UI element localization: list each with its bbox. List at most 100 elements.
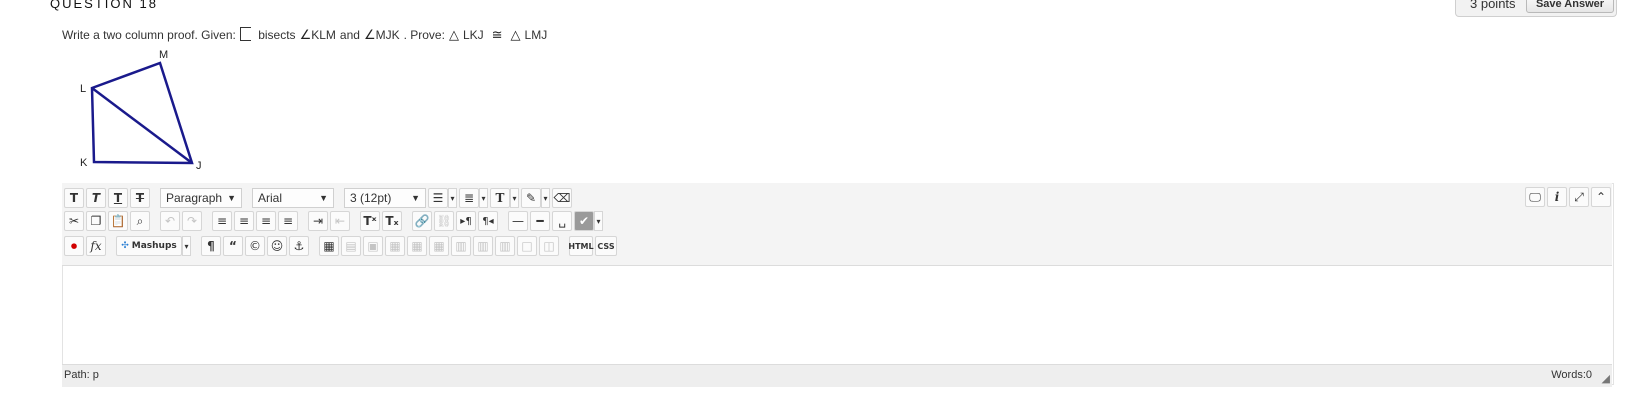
figure-diagonal-lj (91, 87, 193, 164)
table-delete-row-icon[interactable]: ▦ (429, 236, 449, 256)
copyright-icon[interactable]: © (245, 236, 265, 256)
angle-mjk: MJK (375, 27, 400, 42)
table-insert-col-before-icon[interactable]: ▥ (451, 236, 471, 256)
cut-icon[interactable]: ✂ (64, 211, 84, 231)
youtube-icon[interactable]: ⏺ (64, 236, 84, 256)
block-format-select[interactable]: Paragraph ▼ (160, 188, 242, 208)
table-delete-col-icon[interactable]: ▥ (495, 236, 515, 256)
prompt-bisects: bisects (258, 27, 296, 42)
formula-icon[interactable]: fx (86, 236, 106, 256)
text-color-dropdown[interactable]: ▾ (510, 188, 519, 208)
save-answer-button[interactable]: Save Answer (1526, 0, 1614, 13)
toolbar-row-3: ⏺ fx ✣ Mashups ▾ ¶ “ © ☺ ⚓ ▦ ▤ ▣ ▦ ▦ ▦ ▥ ▥… (64, 235, 617, 257)
text-color-icon[interactable]: T (490, 188, 510, 208)
vertex-label-k: K (80, 157, 88, 169)
spellcheck-dropdown[interactable]: ▾ (594, 211, 603, 231)
numbered-list-icon[interactable]: ≣ (459, 188, 479, 208)
toolbar-row-2: ✂ ❐ 📋 ⌕ ↶ ↷ ≡ ≡ ≡ ≡ ⇥ ⇤ Tˣ Tₓ 🔗 ⛓ ▸¶ ¶◂ … (64, 210, 603, 232)
html-source-button[interactable]: HTML (568, 236, 594, 256)
pilcrow-icon[interactable]: ¶ (201, 236, 221, 256)
vertex-label-j: J (196, 160, 202, 172)
segment-symbol (239, 27, 251, 41)
font-family-select[interactable]: Arial ▼ (252, 188, 334, 208)
table-icon[interactable]: ▦ (319, 236, 339, 256)
find-icon[interactable]: ⌕ (130, 211, 150, 231)
unlink-icon[interactable]: ⛓ (434, 211, 454, 231)
figure-quadrilateral (90, 61, 194, 165)
table-merge-cells-icon[interactable]: ◫ (539, 236, 559, 256)
prompt-lead: Write a two column proof. Given: (62, 27, 236, 42)
nbsp-icon[interactable]: ␣ (552, 211, 572, 231)
question-title: QUESTION 18 (50, 0, 158, 11)
mashups-dropdown[interactable]: ▾ (182, 236, 191, 256)
link-icon[interactable]: 🔗 (412, 211, 432, 231)
bold-icon[interactable]: T (64, 188, 84, 208)
triangle-symbol-2: △ (510, 26, 521, 42)
fullscreen-icon[interactable]: ⤢ (1569, 187, 1589, 207)
superscript-icon[interactable]: Tˣ (360, 211, 380, 231)
bullet-list-icon[interactable]: ☰ (428, 188, 448, 208)
font-size-select[interactable]: 3 (12pt) ▼ (344, 188, 426, 208)
congruent-symbol: ≅ (491, 26, 503, 42)
copy-icon[interactable]: ❐ (86, 211, 106, 231)
emoticon-icon[interactable]: ☺ (267, 236, 287, 256)
table-insert-row-before-icon[interactable]: ▦ (385, 236, 405, 256)
undo-icon[interactable]: ↶ (160, 211, 180, 231)
blockquote-icon[interactable]: “ (223, 236, 243, 256)
question-prompt: Write a two column proof. Given: LJ bise… (62, 26, 547, 43)
segment-lj: LJ (239, 26, 254, 43)
thick-hr-icon[interactable]: ━ (530, 211, 550, 231)
vertex-label-m: M (159, 50, 168, 61)
highlight-icon[interactable]: ✎ (521, 188, 541, 208)
editor-status-bar: Path: p Words:0 ◢ (62, 364, 1612, 387)
word-count: Words:0 (1551, 369, 1592, 381)
outdent-icon[interactable]: ⇤ (330, 211, 350, 231)
numbered-list-dropdown[interactable]: ▾ (479, 188, 488, 208)
table-row-props-icon[interactable]: ▤ (341, 236, 361, 256)
redo-icon[interactable]: ↷ (182, 211, 202, 231)
table-insert-col-after-icon[interactable]: ▥ (473, 236, 493, 256)
angle-symbol-2: ∠ (363, 26, 376, 42)
ltr-icon[interactable]: ▸¶ (456, 211, 476, 231)
triangle-lkj: LKJ (462, 27, 484, 42)
path-label: Path: p (64, 369, 99, 381)
align-center-icon[interactable]: ≡ (234, 211, 254, 231)
bullet-list-dropdown[interactable]: ▾ (448, 188, 457, 208)
hr-icon[interactable]: — (508, 211, 528, 231)
vertex-label-l: L (80, 83, 86, 95)
mashups-button[interactable]: ✣ Mashups (116, 236, 182, 256)
mashups-icon: ✣ (121, 241, 129, 251)
points-label: 3 points (1470, 0, 1516, 11)
align-justify-icon[interactable]: ≡ (278, 211, 298, 231)
toolbar-row-1: T T T T Paragraph ▼ Arial ▼ 3 (12pt) ▼ ☰ ▾ ≣… (64, 187, 572, 209)
align-right-icon[interactable]: ≡ (256, 211, 276, 231)
angle-symbol-1: ∠ (299, 26, 312, 42)
paste-icon[interactable]: 📋 (108, 211, 128, 231)
table-cell-props-icon[interactable]: ▣ (363, 236, 383, 256)
angle-klm: KLM (311, 27, 336, 42)
rtl-icon[interactable]: ¶◂ (478, 211, 498, 231)
collapse-toolbar-icon[interactable]: ⌃ (1591, 187, 1611, 207)
italic-icon[interactable]: T (86, 188, 106, 208)
editor-content-area[interactable] (62, 266, 1612, 344)
preview-icon[interactable]: 🖵 (1525, 187, 1545, 207)
anchor-icon[interactable]: ⚓ (289, 236, 309, 256)
editor-right-tools: 🖵 i ⤢ ⌃ (1525, 187, 1611, 207)
indent-icon[interactable]: ⇥ (308, 211, 328, 231)
triangle-symbol-1: △ (448, 26, 459, 42)
prompt-and: and (339, 27, 360, 42)
subscript-icon[interactable]: Tₓ (382, 211, 402, 231)
eraser-icon[interactable]: ⌫ (552, 188, 572, 208)
geometry-figure: M L K J (80, 50, 202, 172)
info-icon[interactable]: i (1547, 187, 1567, 207)
highlight-dropdown[interactable]: ▾ (541, 188, 550, 208)
resize-grip-icon[interactable]: ◢ (1602, 372, 1610, 385)
css-button[interactable]: CSS (595, 236, 617, 256)
underline-icon[interactable]: T (108, 188, 128, 208)
table-insert-row-after-icon[interactable]: ▦ (407, 236, 427, 256)
strikethrough-icon[interactable]: T (130, 188, 150, 208)
table-split-cells-icon[interactable]: □ (517, 236, 537, 256)
spellcheck-icon[interactable]: ✔ (574, 211, 594, 231)
prompt-prove: . Prove: (403, 27, 445, 42)
align-left-icon[interactable]: ≡ (212, 211, 232, 231)
